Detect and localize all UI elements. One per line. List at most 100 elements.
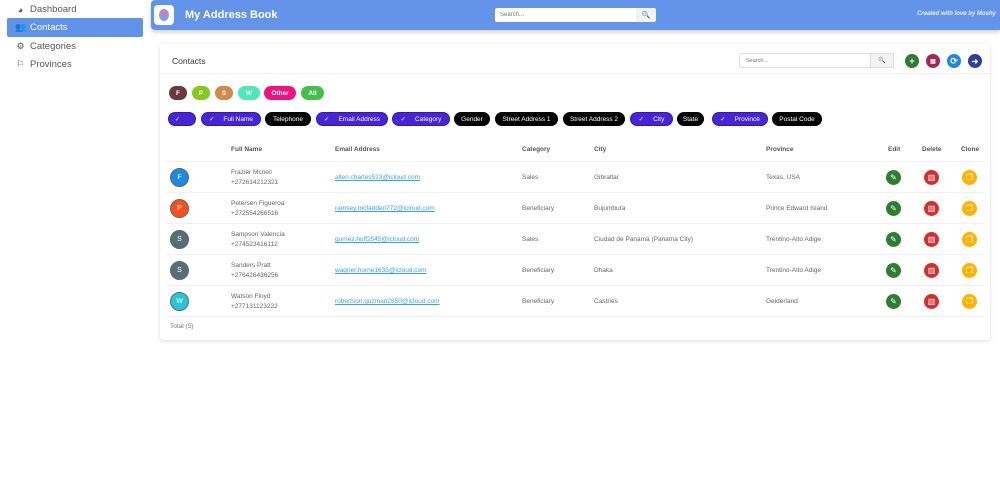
column-toggle[interactable]: ✓ Full Name (201, 112, 261, 126)
chip-label: Street Address 2 (569, 115, 619, 123)
total-count: Total (5) (170, 323, 194, 330)
contact-email[interactable]: gomez.huff2545@icloud.com (335, 236, 419, 243)
avatar-initial: W (176, 298, 183, 305)
header-category[interactable]: Category (522, 146, 550, 153)
contact-city: Dhaka (594, 267, 613, 274)
letter-filter-p[interactable]: P (192, 86, 210, 100)
header-full-name[interactable]: Full Name (231, 146, 262, 153)
column-toggle[interactable]: ✓ Email Address (316, 112, 388, 126)
contact-phone: +272554266516 (231, 210, 279, 217)
column-toggle[interactable]: State (677, 112, 704, 126)
header-search-input[interactable] (495, 8, 636, 22)
header-clone: Clone (961, 146, 980, 153)
search-icon: 🔍 (641, 12, 651, 19)
chip-label: State (682, 115, 699, 123)
contact-province: Texas, USA (766, 174, 800, 181)
contacts-search-button[interactable]: 🔍 (871, 53, 894, 68)
letter-filter-other[interactable]: Other (264, 86, 296, 100)
column-toggle[interactable]: ✓ (168, 112, 196, 126)
delete-button[interactable]: ▥ (924, 170, 939, 185)
clone-button[interactable]: ❐ (962, 294, 977, 309)
sidebar-item-categories[interactable]: ⚙ Categories (7, 37, 143, 56)
column-toggle[interactable]: Street Address 1 (495, 112, 558, 126)
contact-city: Castries (594, 298, 618, 305)
sidebar-item-dashboard[interactable]: ◕ Dashboard (7, 0, 143, 19)
letter-filter-w[interactable]: W (238, 86, 260, 100)
avatar-initial: S (177, 267, 182, 274)
column-toggle[interactable]: Gender (454, 112, 490, 126)
edit-button[interactable]: ✎ (886, 170, 901, 185)
delete-button[interactable]: ▥ (924, 294, 939, 309)
check-icon: ✓ (208, 116, 215, 123)
copy-icon: ❐ (965, 297, 974, 306)
export-button[interactable]: ▤ (926, 54, 940, 68)
column-toggle[interactable]: ✓ City (630, 112, 673, 126)
header-city[interactable]: City (594, 146, 606, 153)
delete-button[interactable]: ▥ (924, 232, 939, 247)
header-province[interactable]: Province (766, 146, 793, 153)
trash-icon: ▥ (927, 266, 936, 275)
refresh-icon: ⟳ (950, 55, 958, 66)
sidebar-item-provinces[interactable]: ⚐ Provinces (7, 55, 143, 74)
cogs-icon: ⚙ (16, 41, 25, 51)
check-icon: ✓ (638, 116, 645, 123)
check-icon: ✓ (400, 116, 407, 123)
contact-email[interactable]: wagner.horne1635@icloud.com (335, 267, 427, 274)
pencil-icon: ✎ (890, 266, 897, 275)
trash-icon: ▥ (927, 235, 936, 244)
contact-name: Sampson Valencia (231, 231, 285, 238)
letter-filter-f[interactable]: F (169, 86, 187, 100)
pencil-icon: ✎ (890, 204, 897, 213)
refresh-button[interactable]: ⟳ (947, 54, 961, 68)
column-toggle[interactable]: Street Address 2 (563, 112, 625, 126)
logout-icon: ➜ (971, 56, 979, 66)
chip-label: Province (734, 115, 760, 123)
contact-name: Frazier Mcneil (231, 169, 272, 176)
contacts-search-input[interactable] (739, 53, 871, 68)
letter-filter-s[interactable]: S (215, 86, 233, 100)
column-toggle[interactable]: Telephone (265, 112, 311, 126)
sidebar-item-label: Categories (30, 41, 76, 52)
column-toggle[interactable]: Postal Code (772, 112, 822, 126)
chip-label: Email Address (338, 115, 380, 123)
letter-filter-all[interactable]: All (301, 86, 324, 100)
contact-email[interactable]: ramsey.mcfadden772@icloud.com (335, 205, 435, 212)
chip-label: W (245, 89, 253, 97)
column-toggle[interactable]: ✓ Province (712, 112, 768, 126)
avatar-initial: P (177, 205, 182, 212)
clone-button[interactable]: ❐ (962, 170, 977, 185)
trash-icon: ▥ (927, 297, 936, 306)
contact-email[interactable]: robertson.guzman2850@icloud.com (335, 298, 440, 305)
contact-phone: +276426436256 (231, 272, 279, 279)
clone-button[interactable]: ❐ (962, 201, 977, 216)
delete-button[interactable]: ▥ (924, 263, 939, 278)
header-email[interactable]: Email Address (335, 146, 380, 153)
credit-text: Created with love by Moshy (916, 11, 996, 17)
copy-icon: ❐ (965, 266, 974, 275)
column-toggle[interactable]: ✓ Category (392, 112, 450, 126)
table-row: P Petersen Figueroa +272554266516 ramsey… (166, 192, 984, 223)
contact-city: Ciudad de Panamá (Panama City) (594, 236, 693, 243)
add-contact-button[interactable]: + (905, 54, 919, 68)
chip-label: S (221, 89, 227, 97)
clone-button[interactable]: ❐ (962, 232, 977, 247)
sidebar-item-contacts[interactable]: 👥 Contacts (7, 18, 143, 37)
avatar-initial: F (177, 174, 182, 181)
contact-city: Bujumbura (594, 205, 626, 212)
header-search-button[interactable]: 🔍 (636, 8, 656, 22)
edit-button[interactable]: ✎ (886, 294, 901, 309)
avatar: S (170, 230, 189, 249)
search-icon: 🔍 (878, 58, 886, 64)
edit-button[interactable]: ✎ (886, 263, 901, 278)
chip-label: City (653, 115, 665, 123)
contact-city: Gibraltar (594, 174, 619, 181)
contact-email[interactable]: allen.charles523@icloud.com (335, 174, 420, 181)
contact-phone: +272614212321 (231, 179, 279, 186)
app-title: My Address Book (185, 9, 278, 21)
edit-button[interactable]: ✎ (886, 232, 901, 247)
clone-button[interactable]: ❐ (962, 263, 977, 278)
logout-button[interactable]: ➜ (968, 54, 982, 68)
delete-button[interactable]: ▥ (924, 201, 939, 216)
sidebar-item-label: Contacts (30, 22, 68, 33)
edit-button[interactable]: ✎ (886, 201, 901, 216)
